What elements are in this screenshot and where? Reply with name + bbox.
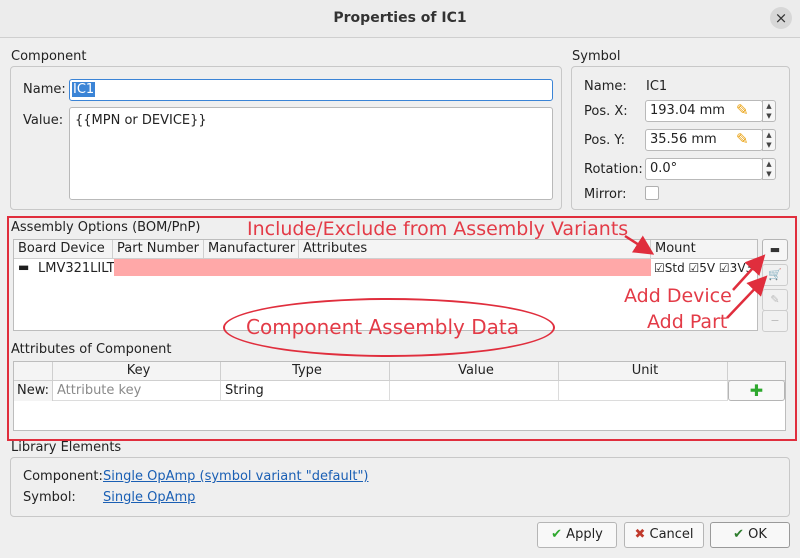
library-component-link[interactable]: Single OpAmp (symbol variant "default") <box>103 469 369 484</box>
library-component-label: Component: <box>23 469 103 484</box>
library-group <box>10 457 790 517</box>
cancel-button[interactable]: ✖ Cancel <box>624 522 704 548</box>
apply-label: Apply <box>566 527 603 542</box>
check-icon: ✔ <box>551 527 563 542</box>
add-part-arrow <box>726 275 768 319</box>
library-group-title: Library Elements <box>11 440 122 455</box>
cancel-label: Cancel <box>649 527 694 542</box>
library-symbol-link[interactable]: Single OpAmp <box>103 490 195 505</box>
ok-label: OK <box>748 527 767 542</box>
ok-button[interactable]: ✔ OK <box>710 522 790 548</box>
cancel-icon: ✖ <box>634 527 646 542</box>
ok-icon: ✔ <box>733 527 744 542</box>
apply-button[interactable]: ✔ Apply <box>537 522 617 548</box>
variants-arrow <box>624 234 655 255</box>
library-symbol-label: Symbol: <box>23 490 76 505</box>
